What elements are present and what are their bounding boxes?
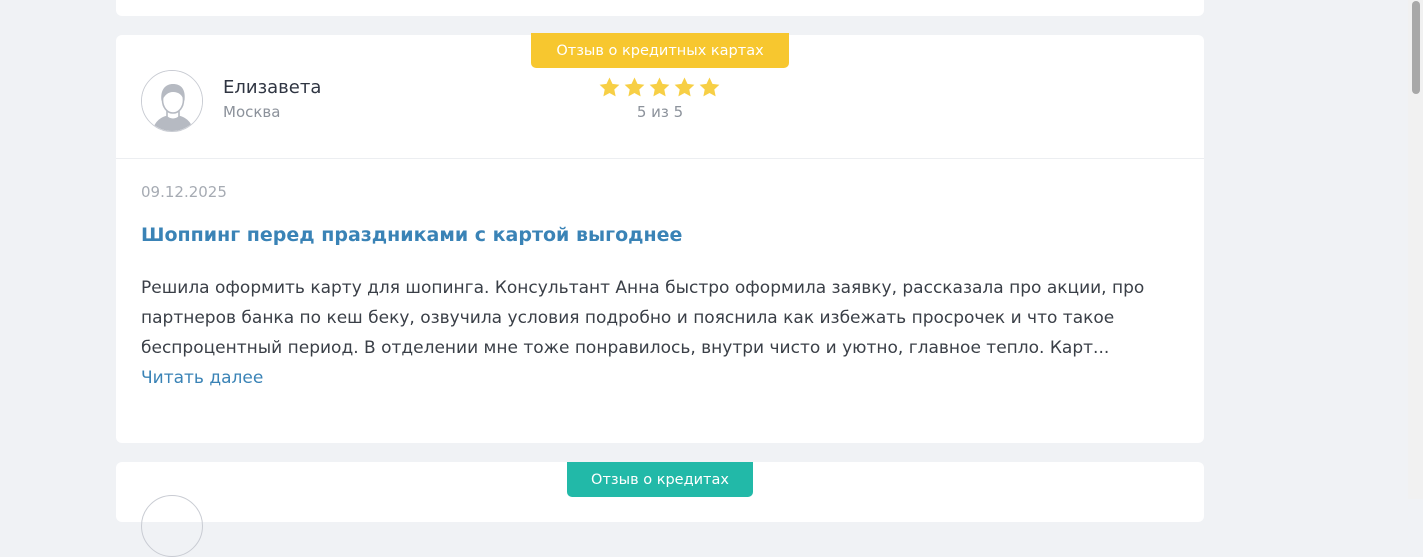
rating-text: 5 из 5 — [636, 103, 684, 121]
next-review-card: Отзыв о кредитах — [116, 462, 1204, 557]
read-more-link[interactable]: Читать далее — [141, 363, 263, 393]
author-name: Елизавета — [223, 77, 322, 98]
card-divider — [116, 158, 1204, 159]
page-scrollbar[interactable] — [1408, 0, 1423, 499]
next-review-category-badge[interactable]: Отзыв о кредитах — [567, 462, 753, 497]
review-card: Отзыв о кредитных картах Елизавета Москв… — [116, 33, 1204, 443]
star-icon — [649, 77, 670, 97]
author-city: Москва — [223, 103, 281, 121]
review-date: 09.12.2025 — [141, 183, 227, 201]
user-avatar-icon — [141, 495, 203, 557]
review-title[interactable]: Шоппинг перед праздниками с картой выгод… — [141, 224, 682, 246]
star-icon — [624, 77, 645, 97]
star-icon — [699, 77, 720, 97]
star-icon — [674, 77, 695, 97]
star-icon — [599, 77, 620, 97]
previous-review-card — [116, 0, 1204, 16]
user-avatar-icon — [141, 70, 203, 132]
scrollbar-thumb[interactable] — [1412, 1, 1420, 94]
review-category-badge[interactable]: Отзыв о кредитных картах — [531, 33, 789, 68]
review-text: Решила оформить карту для шопинга. Консу… — [141, 278, 1145, 358]
rating-stars — [598, 76, 721, 99]
